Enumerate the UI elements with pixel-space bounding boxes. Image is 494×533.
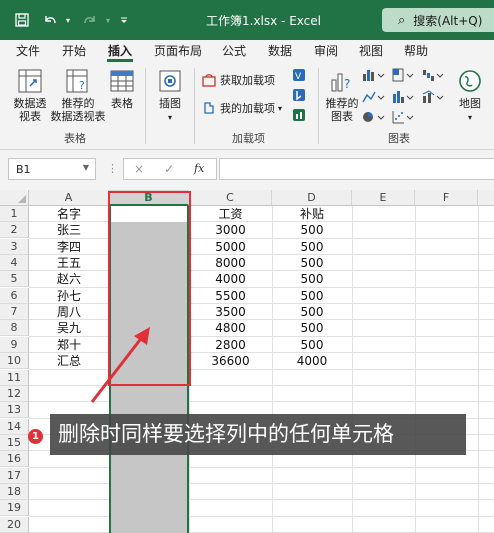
pie-chart-icon[interactable]	[362, 110, 386, 124]
column-chart-icon[interactable]	[362, 68, 386, 82]
title-bar: ▾ ▾ 工作簿1.xlsx - Excel ⌕ 搜索(Alt+Q)	[0, 0, 494, 40]
insert-function-icon[interactable]: fx	[194, 162, 204, 175]
scatter-chart-icon[interactable]	[392, 110, 416, 124]
illustrations-button[interactable]: 插图 ▾	[152, 68, 188, 124]
customize-icon[interactable]	[114, 10, 134, 30]
illustrations-label: 插图	[159, 97, 181, 110]
search-box[interactable]: ⌕ 搜索(Alt+Q)	[382, 8, 494, 32]
cancel-icon[interactable]: ×	[134, 162, 144, 176]
group-separator	[194, 68, 195, 144]
group-tables-label: 表格	[64, 132, 86, 145]
ribbon-insert: 数据透 视表 ? 推荐的 数据透视表 表格 表格 插图 ▾ 获取加载项 我的加载…	[0, 62, 494, 150]
formula-bar-grip-icon[interactable]: ⋮	[107, 162, 118, 175]
spreadsheet-grid[interactable]: A B C D E F 1 2 3 4 5 6 7 8 9 10 11 12 13 14 15 16 17 18 1…	[0, 190, 494, 533]
recommended-charts-label-2: 图表	[331, 110, 353, 123]
recommended-charts-label-1: 推荐的	[325, 97, 359, 110]
my-addins-dropdown-icon: ▾	[278, 103, 283, 113]
tab-page-layout[interactable]: 页面布局	[154, 42, 202, 59]
get-addins-button[interactable]: 获取加载项	[202, 72, 275, 88]
annotation-callout: 删除时同样要选择列中的任何单元格	[50, 414, 466, 455]
map-dropdown-icon: ▾	[467, 113, 472, 122]
tab-view[interactable]: 视图	[359, 42, 383, 59]
pivot-table-label-2: 视表	[19, 110, 41, 123]
tab-data[interactable]: 数据	[268, 42, 292, 59]
table-button[interactable]: 表格	[106, 68, 138, 110]
undo-icon[interactable]	[40, 10, 60, 30]
illustrations-dropdown-icon: ▾	[167, 113, 172, 122]
recommended-charts-button[interactable]: ? 推荐的 图表	[322, 68, 362, 123]
svg-text:V: V	[295, 72, 302, 82]
group-addins-label: 加载项	[232, 132, 265, 145]
recommended-pivot-label-2: 数据透视表	[50, 110, 106, 123]
save-icon[interactable]	[12, 10, 32, 30]
globe-icon	[459, 70, 481, 92]
map-label: 地图	[459, 97, 481, 110]
waterfall-chart-icon[interactable]	[422, 68, 446, 82]
pivot-table-label-1: 数据透	[13, 97, 47, 110]
name-box-value: B1	[16, 163, 31, 176]
tab-file[interactable]: 文件	[16, 42, 40, 59]
illustrations-icon	[159, 70, 181, 92]
recommended-pivot-icon: ?	[66, 69, 88, 93]
formula-bar: B1 ▼ ⋮ × ✓ fx	[0, 150, 494, 190]
search-icon: ⌕	[398, 12, 406, 28]
ribbon-tabs: 文件 开始 插入 页面布局 公式 数据 审阅 视图 帮助	[0, 40, 494, 62]
people-graph-icon[interactable]	[292, 108, 306, 122]
window-title: 工作簿1.xlsx - Excel	[206, 14, 321, 28]
annotation-arrow	[90, 327, 150, 403]
group-separator	[318, 68, 319, 144]
formula-input[interactable]	[219, 158, 494, 180]
enter-icon[interactable]: ✓	[164, 162, 174, 176]
recommended-charts-icon: ?	[331, 73, 350, 92]
name-box-dropdown-icon[interactable]: ▼	[83, 163, 89, 172]
table-icon	[110, 70, 134, 92]
tab-help[interactable]: 帮助	[404, 42, 428, 59]
visio-icon[interactable]: V	[292, 68, 306, 82]
recommended-pivot-button[interactable]: ? 推荐的 数据透视表	[50, 68, 106, 123]
annotation-badge: 1	[28, 429, 43, 444]
combo-chart-icon[interactable]	[422, 90, 446, 104]
redo-icon	[80, 10, 100, 30]
svg-text:?: ?	[344, 77, 350, 91]
table-label: 表格	[111, 97, 133, 110]
map-chart-button[interactable]: 地图 ▾	[454, 68, 486, 124]
recommended-pivot-label-1: 推荐的	[61, 97, 95, 110]
pivot-table-button[interactable]: 数据透 视表	[10, 68, 50, 123]
get-addins-label: 获取加载项	[220, 74, 275, 87]
svg-text:?: ?	[79, 79, 85, 92]
hierarchy-chart-icon[interactable]	[392, 68, 416, 82]
addin-icon	[204, 102, 214, 114]
statistic-chart-icon[interactable]	[392, 90, 416, 104]
search-label: 搜索(Alt+Q)	[413, 13, 483, 28]
my-addins-label: 我的加载项	[220, 102, 275, 115]
undo-dropdown-icon[interactable]: ▾	[58, 10, 78, 30]
name-box[interactable]: B1 ▼	[8, 158, 96, 180]
tab-home[interactable]: 开始	[62, 42, 86, 59]
line-chart-icon[interactable]	[362, 90, 386, 104]
pivot-table-icon	[18, 69, 42, 93]
bing-maps-icon[interactable]	[292, 88, 306, 102]
store-icon	[202, 74, 216, 87]
my-addins-button[interactable]: 我的加载项 ▾	[202, 100, 282, 116]
group-charts-label: 图表	[388, 132, 410, 145]
tab-review[interactable]: 审阅	[314, 42, 338, 59]
tab-insert[interactable]: 插入	[108, 42, 132, 59]
formula-buttons: × ✓ fx	[123, 158, 217, 180]
tab-formulas[interactable]: 公式	[222, 42, 246, 59]
group-separator	[145, 68, 146, 144]
